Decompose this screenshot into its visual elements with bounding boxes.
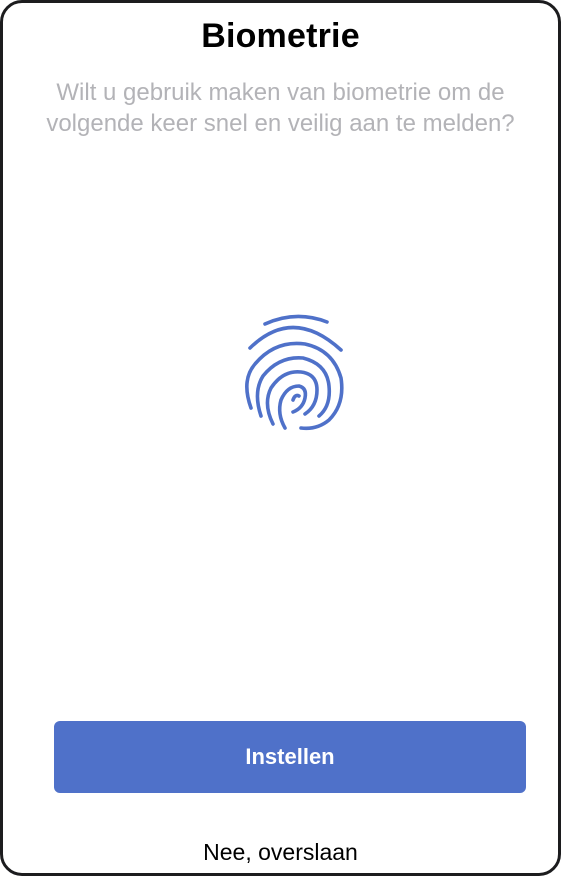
fingerprint-icon bbox=[233, 308, 359, 438]
page-title: Biometrie bbox=[201, 17, 360, 55]
skip-link[interactable]: Nee, overslaan bbox=[3, 839, 558, 866]
biometric-setup-screen: Biometrie Wilt u gebruik maken van biome… bbox=[0, 0, 561, 876]
page-subtitle: Wilt u gebruik maken van biometrie om de… bbox=[46, 79, 515, 137]
setup-button[interactable]: Instellen bbox=[54, 721, 526, 793]
